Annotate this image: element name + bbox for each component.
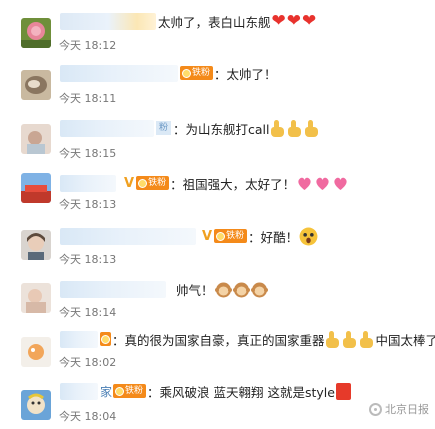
avatar[interactable] [21, 337, 51, 367]
avatar[interactable] [21, 283, 51, 313]
fan-badge: 铁粉 [214, 229, 248, 243]
comment-list: 太帅了，表白山东舰 ❤ ❤ ❤ 今天 18:12 铁粉 ：太帅了！ 今天 18:… [0, 0, 435, 425]
fan-badge: 铁粉 [136, 176, 170, 190]
pink-hearts-emoji-icon [334, 177, 347, 190]
avatar[interactable] [21, 230, 51, 260]
badge-icon [138, 178, 148, 188]
comment-time: 今天 18:14 [59, 306, 117, 319]
username-suffix[interactable]: 家 [100, 383, 112, 400]
badge-icon [182, 68, 191, 78]
comment-item: 铁粉 ：太帅了！ 今天 18:11 [0, 57, 435, 109]
thumbs-up-icon [287, 119, 304, 137]
comment-time: 今天 18:04 [59, 410, 117, 423]
shocked-face-emoji-icon [299, 227, 318, 245]
avatar[interactable] [21, 124, 51, 154]
heart-emoji-icon: ❤ [302, 10, 317, 31]
comment-item: ：真的很为国家自豪，真正的国家重器 中国太棒了! 今天 18:02 [0, 325, 435, 377]
comment-line: 家 铁粉 ：乘风破浪 蓝天翱翔 这就是style [60, 380, 351, 402]
thumbs-up-icon [342, 330, 359, 348]
wechat-logo-icon [369, 402, 382, 416]
comment-time: 今天 18:13 [59, 198, 117, 211]
verified-v-icon: V [202, 228, 213, 244]
monkey-emoji-icon [214, 282, 232, 297]
comment-text: ：好酷！ [248, 229, 299, 245]
verified-v-icon: V [124, 175, 135, 191]
comment-text-after: 中国太棒了! [375, 332, 435, 348]
badge-label: 铁粉 [192, 68, 211, 78]
fan-label: 粉 [156, 121, 172, 135]
badge-label: 铁粉 [226, 231, 245, 241]
thumbs-up-icon [325, 330, 342, 348]
comment-time: 今天 18:12 [59, 39, 117, 52]
pink-hearts-emoji-icon [316, 177, 329, 190]
double-happiness-emoji-icon [335, 382, 351, 400]
thumbs-up-icon [304, 119, 321, 137]
heart-emoji-icon: ❤ [271, 10, 286, 31]
badge-icon [216, 231, 226, 241]
comment-line: ：真的很为国家自豪，真正的国家重器 中国太棒了! [60, 328, 435, 350]
badge-icon [101, 334, 110, 344]
comment-text: ：为山东舰打call [173, 121, 270, 137]
thumbs-up-icon [270, 119, 287, 137]
pink-hearts-emoji-icon [298, 177, 311, 190]
username-blurred[interactable] [60, 382, 98, 400]
fan-badge: 铁粉 [180, 66, 214, 80]
comment-time: 今天 18:02 [59, 356, 117, 369]
comment-text: ：祖国强大，太好了！ [170, 176, 296, 192]
comment-text: 帅气！ [176, 282, 214, 298]
monkey-emoji-icon [250, 282, 268, 297]
username-blurred[interactable] [60, 119, 154, 137]
avatar[interactable] [21, 70, 51, 100]
comment-time: 今天 18:11 [59, 92, 117, 105]
watermark-text: 北京日报 [385, 403, 429, 416]
username-blurred[interactable] [60, 227, 196, 245]
comment-item: 帅气！ 今天 18:14 [0, 275, 435, 327]
comment-text: 太帅了，表白山东舰 [158, 14, 271, 30]
badge-label: 铁粉 [125, 386, 144, 396]
username-blurred[interactable] [60, 64, 178, 82]
badge-label: 铁粉 [148, 178, 167, 188]
comment-line: 帅气！ [60, 278, 268, 300]
fan-badge [100, 332, 111, 346]
username-blurred[interactable] [60, 174, 116, 192]
comment-text: ：太帅了！ [214, 66, 277, 82]
avatar[interactable] [21, 18, 51, 48]
comment-line: 太帅了，表白山东舰 ❤ ❤ ❤ [60, 10, 316, 32]
fan-badge: 铁粉 [113, 384, 147, 398]
username-blurred[interactable] [60, 280, 166, 298]
heart-emoji-icon: ❤ [286, 10, 302, 31]
comment-text: ：乘风破浪 蓝天翱翔 这就是style [147, 384, 335, 400]
username-blurred[interactable] [60, 12, 156, 30]
comment-line: V 铁粉 ：祖国强大，太好了！ [60, 172, 349, 194]
comment-text: ：真的很为国家自豪，真正的国家重器 [112, 332, 325, 348]
comment-time: 今天 18:15 [59, 147, 117, 160]
username-blurred[interactable] [60, 330, 98, 348]
monkey-emoji-icon [232, 282, 250, 297]
comment-item: 太帅了，表白山东舰 ❤ ❤ ❤ 今天 18:12 [0, 5, 435, 57]
avatar[interactable] [21, 390, 51, 420]
comment-item: V 铁粉 ：好酷！ 今天 18:13 [0, 222, 435, 274]
comment-line: V 铁粉 ：好酷！ [60, 225, 318, 247]
comment-item: 粉 ：为山东舰打call 今天 18:15 [0, 112, 435, 164]
avatar[interactable] [21, 173, 51, 203]
comment-line: 粉 ：为山东舰打call [60, 117, 321, 139]
comment-item: V 铁粉 ：祖国强大，太好了！ 今天 18:13 [0, 167, 435, 219]
watermark: 北京日报 [369, 401, 429, 417]
thumbs-up-icon [359, 330, 376, 348]
comment-time: 今天 18:13 [59, 253, 117, 266]
badge-icon [115, 386, 125, 396]
comment-line: 铁粉 ：太帅了！ [60, 62, 277, 84]
